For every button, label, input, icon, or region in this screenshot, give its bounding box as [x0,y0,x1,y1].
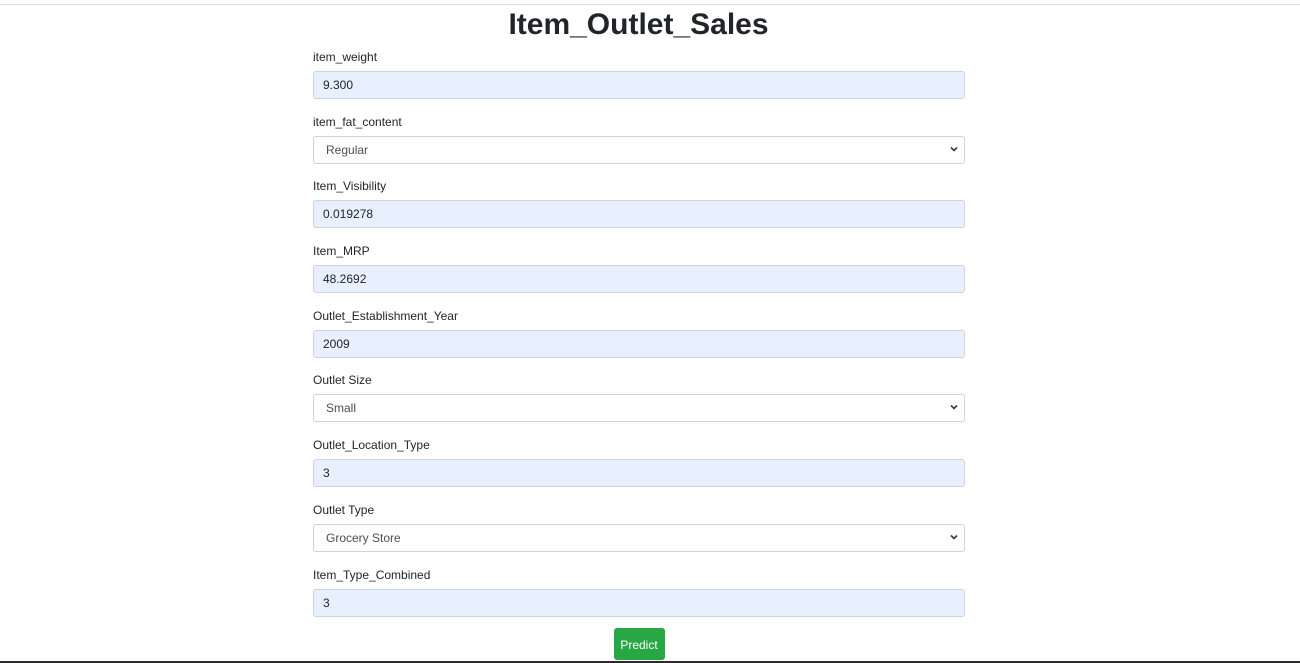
item-fat-content-label: item_fat_content [313,114,402,129]
field-outlet-type: Outlet Type Grocery Store [313,501,965,566]
item-fat-content-select[interactable]: Regular [313,135,965,164]
item-visibility-label: Item_Visibility [313,179,387,194]
outlet-size-value: Small [326,401,357,416]
item-mrp-label: Item_MRP [313,244,370,259]
page-title: Item_Outlet_Sales [508,8,769,41]
item-fat-content-value: Regular [326,142,369,157]
outlet-location-type-label: Outlet_Location_Type [313,438,430,453]
field-outlet-establishment-year: Outlet_Establishment_Year 2009 [313,307,965,372]
field-item-mrp: Item_MRP 48.2692 [313,242,965,307]
field-item-type-combined: Item_Type_Combined 3 [313,566,965,631]
field-item-fat-content: item_fat_content Regular [313,113,965,178]
top-divider [0,4,1300,5]
predict-button[interactable]: Predict [613,628,665,660]
field-outlet-size: Outlet Size Small [313,371,965,436]
outlet-type-value: Grocery Store [326,530,401,545]
outlet-type-select[interactable]: Grocery Store [313,523,965,552]
outlet-establishment-year-input[interactable]: 2009 [313,329,965,358]
item-type-combined-label: Item_Type_Combined [313,567,431,582]
field-outlet-location-type: Outlet_Location_Type 3 [313,436,965,501]
outlet-location-type-input[interactable]: 3 [313,459,965,488]
chevron-down-icon [950,534,958,540]
prediction-form: item_weight 9.300 item_fat_content Regul… [313,48,965,660]
item-weight-input[interactable]: 9.300 [313,71,965,99]
item-visibility-input[interactable]: 0.019278 [313,200,965,229]
outlet-establishment-year-label: Outlet_Establishment_Year [313,308,458,323]
item-weight-label: item_weight [313,50,378,64]
chevron-down-icon [950,146,958,152]
outlet-size-label: Outlet Size [313,373,372,388]
outlet-size-select[interactable]: Small [313,394,965,423]
field-item-visibility: Item_Visibility 0.019278 [313,177,965,242]
item-mrp-input[interactable]: 48.2692 [313,265,965,294]
submit-row: Predict [313,628,965,660]
outlet-type-label: Outlet Type [313,502,375,517]
chevron-down-icon [950,405,958,411]
field-item-weight: item_weight 9.300 [313,48,965,113]
page: Item_Outlet_Sales item_weight 9.300 item… [0,0,1300,663]
item-type-combined-input[interactable]: 3 [313,588,965,617]
